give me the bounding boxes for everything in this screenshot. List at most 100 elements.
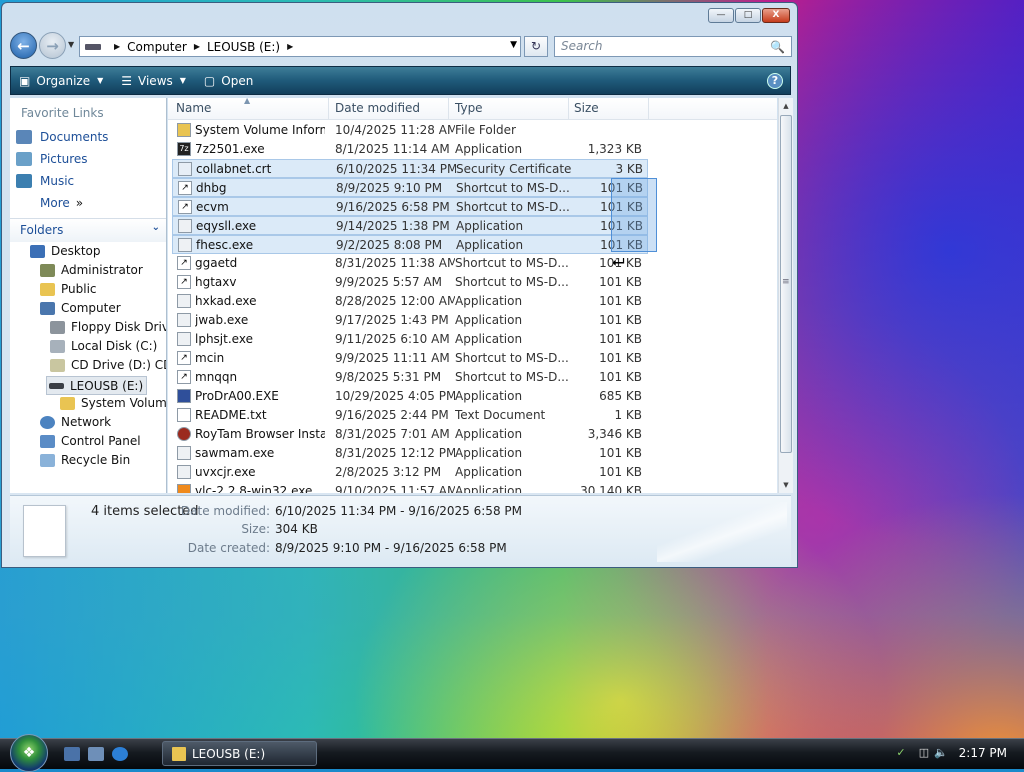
column-divider[interactable] [648,98,649,119]
file-row[interactable]: System Volume Inform... 10/4/2025 11:28 A… [172,121,648,140]
switch-windows-icon[interactable] [88,747,104,761]
favorite-more[interactable]: More » [40,196,83,210]
address-dropdown-icon[interactable]: ▼ [510,40,517,50]
explorer-window[interactable]: — □ X ← → ▼ ▶ Computer ▶ LEOUSB (E:) ▶ ▼… [1,2,798,568]
help-button[interactable]: ? [767,73,783,89]
folder-icon [40,282,55,296]
file-date-modified: 8/31/2025 11:38 AM [335,256,455,270]
column-header-size[interactable]: Size [574,101,599,115]
recent-pages-dropdown[interactable]: ▼ [68,40,78,50]
tree-item-leousb[interactable]: LEOUSB (E:) [46,376,148,395]
search-input[interactable]: Search 🔍 [554,36,792,57]
start-button[interactable]: ❖ [10,734,48,772]
selection-marquee [611,178,657,252]
tree-item-public[interactable]: Public [40,282,97,296]
file-name: 7z2501.exe [195,142,265,156]
file-row[interactable]: RoyTam Browser Instal... 8/31/2025 7:01 A… [172,425,648,444]
favorite-documents[interactable]: Documents [16,130,108,144]
tree-label: Recycle Bin [61,453,131,467]
safely-remove-hardware-icon[interactable]: ✓ [894,746,908,760]
tree-item-cd-drive[interactable]: CD Drive (D:) CDR [50,358,166,372]
file-row[interactable]: hxkad.exe 8/28/2025 12:00 AM Application 10… [172,292,648,311]
clock[interactable]: 2:17 PM [959,746,1007,760]
tree-item-computer[interactable]: Computer [40,301,121,315]
folders-header[interactable]: Folders ⌄ [10,218,166,242]
column-header-name[interactable]: Name [176,101,211,115]
search-icon[interactable]: 🔍 [770,38,785,57]
column-header-date[interactable]: Date modified [335,101,420,115]
file-row[interactable]: 7z 7z2501.exe 8/1/2025 11:14 AM Application… [172,140,648,159]
open-button[interactable]: ▢ Open [204,74,253,88]
organize-button[interactable]: ▣ Organize ▼ [19,74,103,88]
internet-explorer-icon[interactable] [112,747,128,761]
favorite-music[interactable]: Music [16,174,74,188]
scroll-down-arrow-icon[interactable]: ▼ [780,478,792,492]
tree-item-desktop[interactable]: Desktop [30,244,101,258]
file-row[interactable]: ↗ hgtaxv 9/9/2025 5:57 AM Shortcut to MS-D.… [172,273,648,292]
tree-item-recycle-bin[interactable]: Recycle Bin [40,453,130,467]
vlc-icon [177,484,191,493]
close-button[interactable]: X [762,8,790,23]
file-row[interactable]: eqysll.exe 9/14/2025 1:38 PM Application 10… [172,216,648,235]
arrow-left-icon: ← [17,36,30,55]
file-row[interactable]: ↗ dhbg 8/9/2025 9:10 PM Shortcut to MS-D...… [172,178,648,197]
forward-button[interactable]: → [39,32,66,59]
vertical-scrollbar[interactable]: ▲ ▼ [778,98,793,493]
file-name: mcin [195,351,225,365]
breadcrumb-computer[interactable]: Computer [127,40,187,54]
column-divider[interactable] [568,98,569,119]
address-bar[interactable]: ▶ Computer ▶ LEOUSB (E:) ▶ ▼ [79,36,521,57]
network-status-icon[interactable]: ◫ [917,746,931,760]
breadcrumb-leousb[interactable]: LEOUSB (E:) [207,40,280,54]
views-button[interactable]: ☰ Views ▼ [121,74,186,88]
tree-label: Floppy Disk Drive [71,320,167,334]
column-divider[interactable] [448,98,449,119]
tree-item-administrator[interactable]: Administrator [40,263,143,277]
column-header-type[interactable]: Type [455,101,483,115]
column-divider[interactable] [328,98,329,119]
organize-label: Organize [36,73,91,88]
file-row[interactable]: lphsjt.exe 9/11/2025 6:10 AM Application 10… [172,330,648,349]
tree-item-floppy[interactable]: Floppy Disk Drive [50,320,167,334]
file-row[interactable]: ↗ mnqqn 9/8/2025 5:31 PM Shortcut to MS-D..… [172,368,648,387]
minimize-button[interactable]: — [708,8,734,23]
maximize-button[interactable]: □ [735,8,761,23]
chevron-down-icon: ▼ [97,76,104,85]
file-row[interactable]: ↗ mcin 9/9/2025 11:11 AM Shortcut to MS-D..… [172,349,648,368]
file-row[interactable]: ↗ ggaetd 8/31/2025 11:38 AM Shortcut to MS-… [172,254,648,273]
file-type: Application [455,332,523,346]
control-panel-icon [40,434,55,448]
favorite-label: Music [40,174,75,188]
file-row[interactable]: ↗ ecvm 9/16/2025 6:58 PM Shortcut to MS-D..… [172,197,648,216]
file-date-modified: 8/28/2025 12:00 AM [335,294,455,308]
file-row[interactable]: vlc-2.2.8-win32.exe 9/10/2025 11:57 AM App… [172,482,648,493]
taskbar-button-explorer[interactable]: LEOUSB (E:) [162,741,317,766]
breadcrumb-chevron-icon[interactable]: ▶ [287,42,293,51]
tree-item-local-disk[interactable]: Local Disk (C:) [50,339,157,353]
tree-item-system-volume[interactable]: System Volume [60,396,166,410]
refresh-button[interactable]: ↻ [524,36,548,57]
file-row[interactable]: README.txt 9/16/2025 2:44 PM Text Document… [172,406,648,425]
breadcrumb-chevron-icon[interactable]: ▶ [114,42,120,51]
show-desktop-icon[interactable] [64,747,80,761]
volume-muted-icon[interactable]: 🔈 [934,746,948,760]
scroll-up-arrow-icon[interactable]: ▲ [780,99,792,113]
scrollbar-thumb[interactable] [780,115,792,453]
file-row[interactable]: sawmam.exe 8/31/2025 12:12 PM Application 1… [172,444,648,463]
date-created-value: 8/9/2025 9:10 PM - 9/16/2025 6:58 PM [275,541,507,555]
file-row[interactable]: ProDrA00.EXE 10/29/2025 4:05 PM Applicatio… [172,387,648,406]
file-size: 30,140 KB [580,484,642,493]
file-row[interactable]: jwab.exe 9/17/2025 1:43 PM Application 101 … [172,311,648,330]
breadcrumb-chevron-icon[interactable]: ▶ [194,42,200,51]
tree-item-control-panel[interactable]: Control Panel [40,434,141,448]
sort-ascending-icon: ▲ [244,98,251,105]
file-name: ggaetd [195,256,238,270]
certificate-icon [178,162,192,176]
tree-item-network[interactable]: Network [40,415,111,429]
file-list[interactable]: ▲ Name Date modified Type Size System Vo… [168,98,777,493]
file-row[interactable]: collabnet.crt 6/10/2025 11:34 PM Security … [172,159,648,178]
file-row[interactable]: uvxcjr.exe 2/8/2025 3:12 PM Application 101… [172,463,648,482]
favorite-pictures[interactable]: Pictures [16,152,88,166]
back-button[interactable]: ← [10,32,37,59]
file-row[interactable]: fhesc.exe 9/2/2025 8:08 PM Application 101 … [172,235,648,254]
